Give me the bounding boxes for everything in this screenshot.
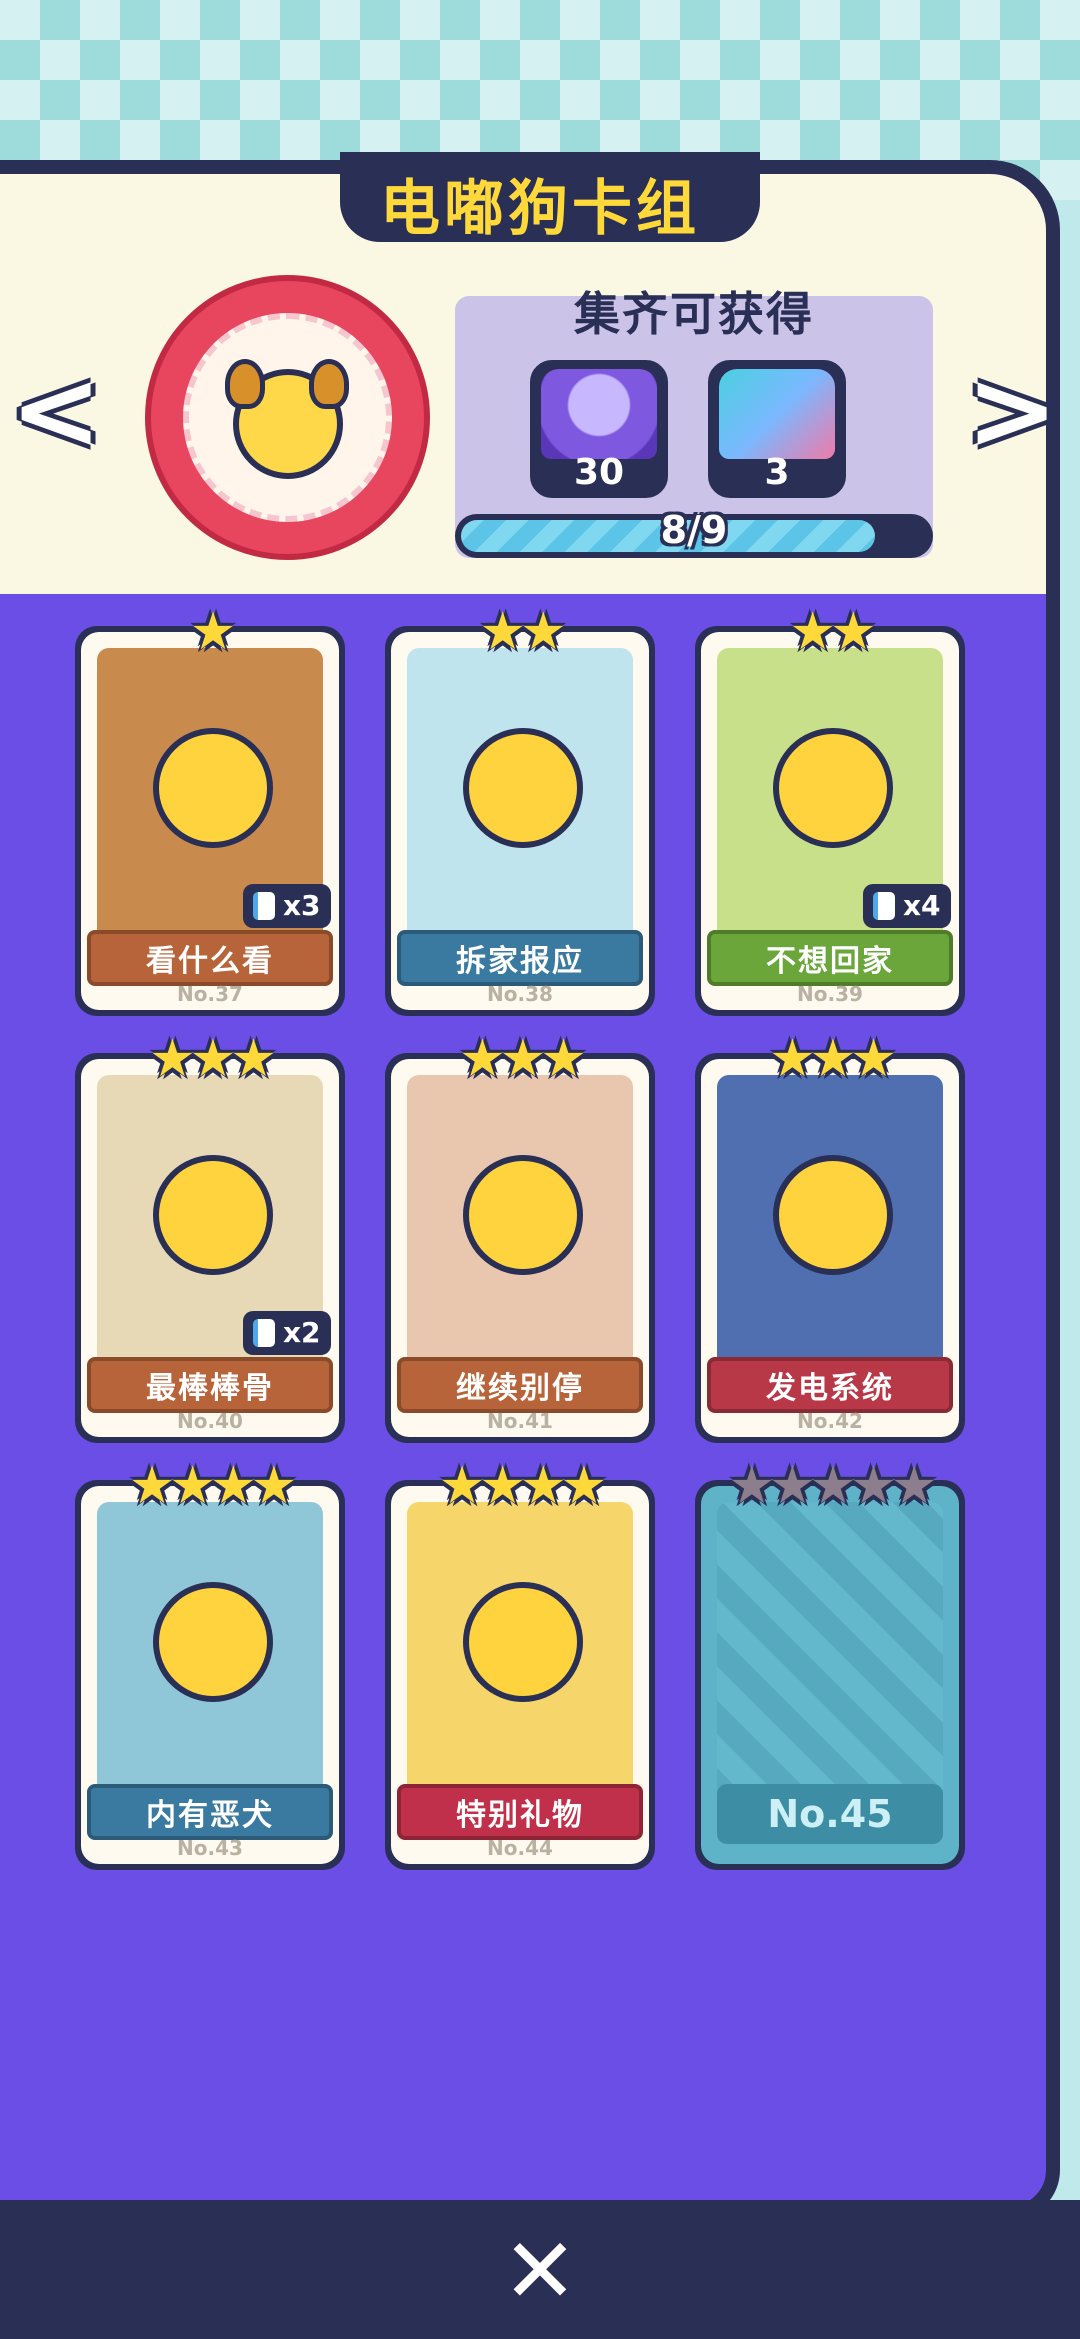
capsule-icon	[541, 369, 657, 459]
star-rating-icon: ★★★	[769, 1029, 897, 1089]
star-rating-icon: ★★	[479, 602, 566, 662]
duplicate-count-badge: x4	[863, 884, 951, 928]
card-name: 内有恶犬	[87, 1784, 333, 1840]
star-rating-icon: ★★★★	[438, 1456, 607, 1516]
card-name: 拆家报应	[397, 930, 643, 986]
dog-character-icon	[773, 1155, 893, 1275]
collection-card[interactable]: 内有恶犬 No.43 ★★★★	[75, 1460, 345, 1870]
dog-character-icon	[463, 728, 583, 848]
card-art	[407, 1502, 633, 1802]
collection-card[interactable]: 看什么看 No.37 x3 ★	[75, 606, 345, 1016]
card-face: 拆家报应 No.38	[391, 632, 649, 1010]
star-rating-icon: ★★★	[459, 1029, 587, 1089]
badge-dog-icon	[183, 313, 392, 522]
dog-character-icon	[153, 728, 273, 848]
star-rating-icon: ★	[189, 602, 237, 662]
dog-character-icon	[153, 1582, 273, 1702]
page-title: 电嘟狗卡组	[380, 174, 700, 244]
dog-character-icon	[463, 1582, 583, 1702]
collection-card[interactable]: 拆家报应 No.38 ★★	[385, 606, 655, 1016]
card-art	[717, 1075, 943, 1375]
card-face: 发电系统 No.42	[701, 1059, 959, 1437]
card-face: 继续别停 No.41	[391, 1059, 649, 1437]
card-face: 看什么看 No.37	[81, 632, 339, 1010]
collection-badge	[145, 275, 430, 560]
collection-card[interactable]: 发电系统 No.42 ★★★	[695, 1033, 965, 1443]
duplicate-count-badge: x2	[243, 1311, 331, 1355]
locked-card-pattern	[717, 1502, 943, 1802]
duplicate-count-text: x3	[283, 889, 321, 922]
reward-item-capsule[interactable]: 30	[530, 360, 668, 498]
card-face: 内有恶犬 No.43	[81, 1486, 339, 1864]
reward-title: 集齐可获得	[574, 287, 814, 341]
card-face: 特别礼物 No.44	[391, 1486, 649, 1864]
card-number: No.38	[487, 982, 553, 1006]
card-name: 最棒棒骨	[87, 1357, 333, 1413]
collection-card[interactable]: 不想回家 No.39 x4 ★★	[695, 606, 965, 1016]
card-number: No.42	[797, 1409, 863, 1433]
card-name: 看什么看	[87, 930, 333, 986]
card-copy-icon	[253, 892, 275, 920]
locked-card[interactable]: No.45 ★★★★★	[695, 1460, 965, 1870]
card-art	[97, 1502, 323, 1802]
card-face: 不想回家 No.39	[701, 632, 959, 1010]
card-number: No.40	[177, 1409, 243, 1433]
star-rating-icon: ★★★★	[128, 1456, 297, 1516]
card-number: No.44	[487, 1836, 553, 1860]
reward-count: 30	[573, 452, 625, 493]
card-number: No.45	[717, 1784, 943, 1844]
card-face: 最棒棒骨 No.40	[81, 1059, 339, 1437]
collection-card[interactable]: 最棒棒骨 No.40 x2 ★★★	[75, 1033, 345, 1443]
card-face: No.45	[701, 1486, 959, 1864]
card-name: 发电系统	[707, 1357, 953, 1413]
star-rating-icon: ★★★	[149, 1029, 277, 1089]
collection-card[interactable]: 继续别停 No.41 ★★★	[385, 1033, 655, 1443]
card-number: No.39	[797, 982, 863, 1006]
progress-text: 8/9	[660, 508, 728, 552]
card-name: 不想回家	[707, 930, 953, 986]
reward-count: 3	[764, 452, 790, 493]
card-number: No.37	[177, 982, 243, 1006]
dog-character-icon	[463, 1155, 583, 1275]
card-pack-icon	[719, 369, 835, 459]
duplicate-count-badge: x3	[243, 884, 331, 928]
close-icon[interactable]: ✕	[500, 2227, 580, 2317]
card-number: No.43	[177, 1836, 243, 1860]
dog-character-icon	[153, 1155, 273, 1275]
next-arrow-icon[interactable]: >	[966, 355, 1058, 465]
card-name: 继续别停	[397, 1357, 643, 1413]
card-copy-icon	[873, 892, 895, 920]
star-rating-icon: ★★	[789, 602, 876, 662]
card-number: No.41	[487, 1409, 553, 1433]
card-art	[407, 648, 633, 948]
prev-arrow-icon[interactable]: <	[10, 355, 102, 465]
card-name: 特别礼物	[397, 1784, 643, 1840]
card-art	[407, 1075, 633, 1375]
duplicate-count-text: x4	[903, 889, 941, 922]
collection-card[interactable]: 特别礼物 No.44 ★★★★	[385, 1460, 655, 1870]
reward-item-card-pack[interactable]: 3	[708, 360, 846, 498]
star-rating-icon: ★★★★★	[728, 1456, 937, 1516]
dog-character-icon	[773, 728, 893, 848]
card-copy-icon	[253, 1319, 275, 1347]
duplicate-count-text: x2	[283, 1316, 321, 1349]
